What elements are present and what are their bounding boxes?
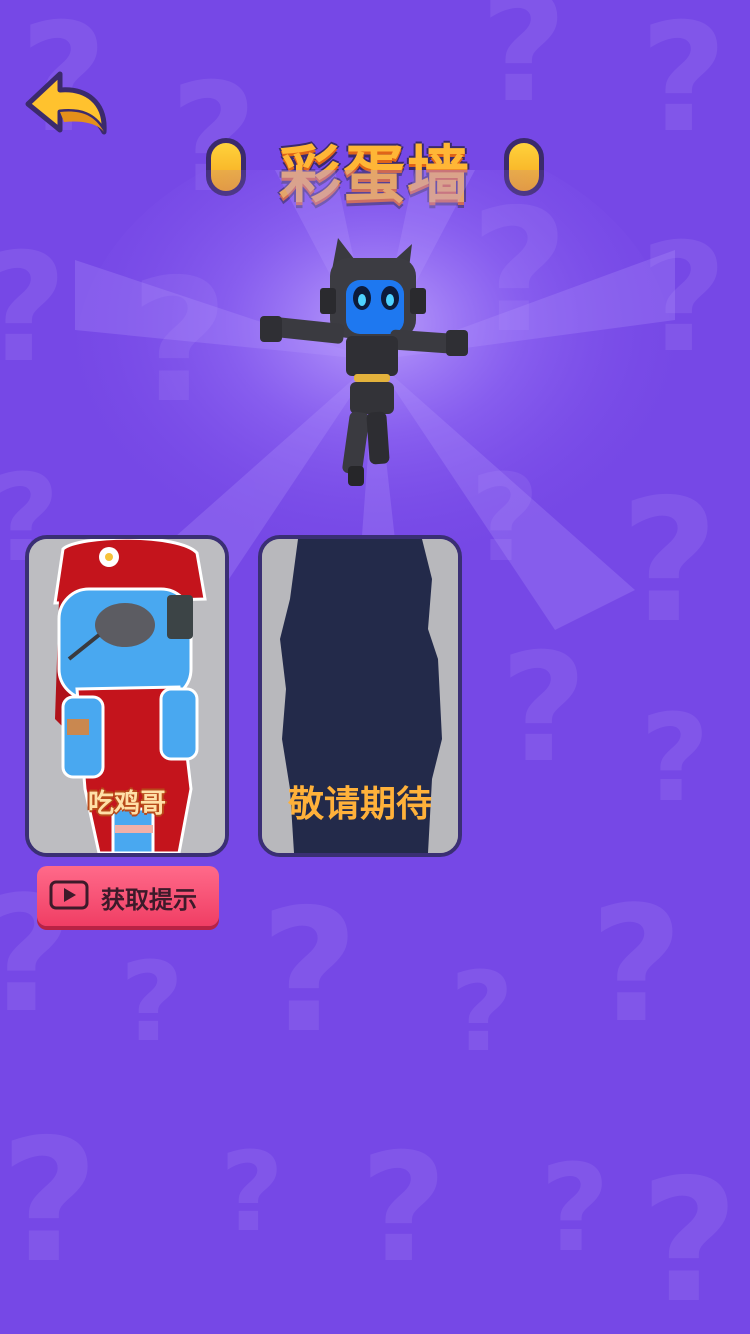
- svg-text:?: ?: [120, 938, 184, 1066]
- svg-text:?: ?: [500, 622, 587, 796]
- svg-text:?: ?: [640, 0, 727, 166]
- card-label: 吃鸡哥: [87, 789, 166, 819]
- svg-text:?: ?: [0, 222, 67, 396]
- svg-text:?: ?: [0, 1103, 99, 1301]
- hint-label: 获取提示: [101, 886, 197, 914]
- svg-text:?: ?: [480, 0, 567, 136]
- get-hint-button[interactable]: 获取提示: [37, 866, 219, 926]
- svg-text:?: ?: [540, 1140, 610, 1279]
- svg-text:?: ?: [640, 690, 710, 829]
- video-play-icon: [49, 880, 89, 910]
- svg-text:?: ?: [360, 1122, 447, 1296]
- back-button[interactable]: [24, 70, 110, 142]
- svg-text:?: ?: [590, 871, 683, 1058]
- return-arrow-icon: [25, 71, 107, 135]
- svg-text:?: ?: [640, 1143, 739, 1334]
- svg-text:?: ?: [450, 948, 514, 1076]
- character-card-locked[interactable]: 敬请期待: [258, 535, 462, 857]
- svg-text:?: ?: [220, 1128, 284, 1256]
- featured-character: [260, 238, 468, 486]
- card-label: 敬请期待: [287, 784, 432, 825]
- svg-text:?: ?: [260, 873, 359, 1071]
- character-card-unlocked[interactable]: 吃鸡哥: [25, 535, 229, 857]
